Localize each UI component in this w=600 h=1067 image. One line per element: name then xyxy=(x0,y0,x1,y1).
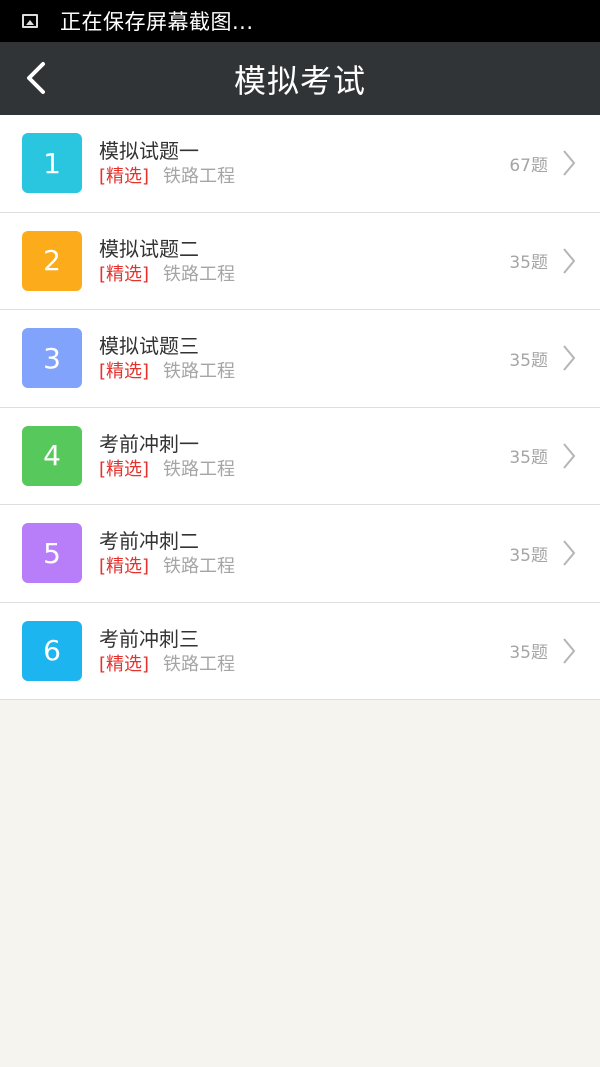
chevron-right-icon xyxy=(563,638,576,664)
item-title: 模拟试题二 xyxy=(99,236,199,261)
number-badge: 2 xyxy=(22,230,82,291)
featured-tag: [精选] xyxy=(99,166,150,188)
chevron-right-icon xyxy=(563,248,576,274)
number-badge: 5 xyxy=(22,523,82,584)
list-item[interactable]: 1 模拟试题一 [精选] 铁路工程 67题 xyxy=(0,115,600,213)
list-item[interactable]: 4 考前冲刺一 [精选] 铁路工程 35题 xyxy=(0,408,600,505)
number-badge: 6 xyxy=(22,620,82,681)
featured-tag: [精选] xyxy=(99,653,150,675)
list-item[interactable]: 6 考前冲刺三 [精选] 铁路工程 35题 xyxy=(0,603,600,700)
featured-tag: [精选] xyxy=(99,556,150,578)
question-count: 35题 xyxy=(509,350,548,371)
image-icon xyxy=(22,14,38,28)
chevron-right-icon xyxy=(563,443,576,469)
number-badge: 1 xyxy=(22,133,82,194)
item-title: 模拟试题三 xyxy=(99,334,199,359)
list-item[interactable]: 3 模拟试题三 [精选] 铁路工程 35题 xyxy=(0,310,600,408)
chevron-right-icon xyxy=(563,540,576,566)
question-count: 67题 xyxy=(509,155,548,176)
chevron-right-icon xyxy=(563,150,576,176)
featured-tag: [精选] xyxy=(99,361,150,383)
item-title: 考前冲刺二 xyxy=(99,529,199,554)
featured-tag: [精选] xyxy=(99,263,150,285)
back-button[interactable] xyxy=(14,56,58,100)
item-title: 模拟试题一 xyxy=(99,139,199,164)
chevron-left-icon xyxy=(27,62,45,94)
title-bar: 模拟考试 xyxy=(0,42,600,115)
number-badge: 4 xyxy=(22,425,82,486)
category-label: 铁路工程 xyxy=(163,653,236,675)
category-label: 铁路工程 xyxy=(163,458,236,480)
chevron-right-icon xyxy=(563,345,576,371)
question-count: 35题 xyxy=(509,448,548,469)
question-count: 35题 xyxy=(509,253,548,274)
featured-tag: [精选] xyxy=(99,458,150,480)
question-count: 35题 xyxy=(509,545,548,566)
status-bar: 正在保存屏幕截图... xyxy=(0,0,600,42)
list-item[interactable]: 2 模拟试题二 [精选] 铁路工程 35题 xyxy=(0,213,600,310)
list-item[interactable]: 5 考前冲刺二 [精选] 铁路工程 35题 xyxy=(0,505,600,603)
question-count: 35题 xyxy=(509,643,548,664)
status-text: 正在保存屏幕截图... xyxy=(60,10,254,34)
category-label: 铁路工程 xyxy=(163,166,236,188)
number-badge: 3 xyxy=(22,328,82,389)
category-label: 铁路工程 xyxy=(163,263,236,285)
category-label: 铁路工程 xyxy=(163,361,236,383)
item-title: 考前冲刺三 xyxy=(99,626,199,651)
category-label: 铁路工程 xyxy=(163,556,236,578)
item-title: 考前冲刺一 xyxy=(99,431,199,456)
exam-list: 1 模拟试题一 [精选] 铁路工程 67题 2 模拟试题二 [精选] 铁路工程 35… xyxy=(0,115,600,700)
page-title: 模拟考试 xyxy=(233,61,366,100)
